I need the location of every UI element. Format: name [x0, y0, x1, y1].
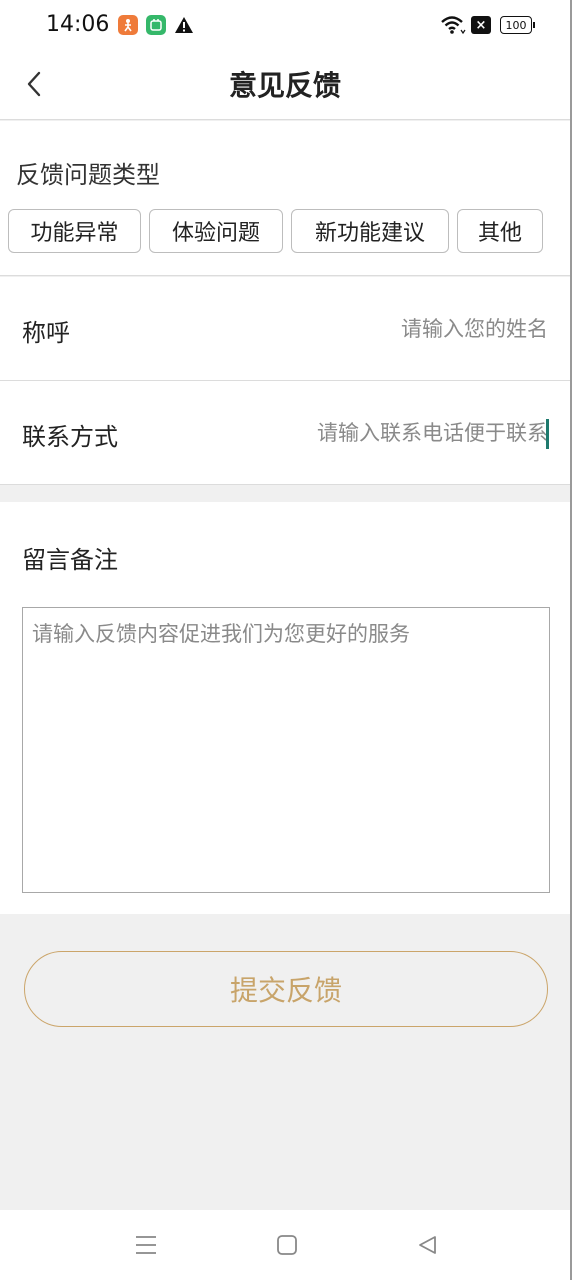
back-triangle-icon[interactable]	[412, 1230, 442, 1260]
contact-input[interactable]	[248, 411, 548, 455]
remark-textarea[interactable]	[22, 607, 550, 893]
home-square-icon[interactable]	[272, 1230, 302, 1260]
remark-section: 留言备注	[0, 502, 570, 914]
name-label: 称呼	[22, 319, 70, 347]
remark-label: 留言备注	[22, 546, 118, 574]
system-nav-bar	[0, 1210, 570, 1280]
fitness-app-icon	[118, 15, 138, 35]
page-header: 意见反馈	[0, 52, 570, 120]
type-option-new-feature[interactable]: 新功能建议	[291, 209, 449, 253]
contact-label: 联系方式	[22, 423, 118, 451]
name-input[interactable]	[248, 307, 548, 351]
menu-icon[interactable]	[131, 1230, 161, 1260]
contact-row: 联系方式	[0, 381, 570, 485]
type-option-other[interactable]: 其他	[457, 209, 543, 253]
type-option-experience[interactable]: 体验问题	[149, 209, 283, 253]
status-time: 14:06	[46, 12, 110, 37]
feedback-type-label: 反馈问题类型	[16, 161, 160, 189]
text-caret	[546, 419, 549, 449]
name-row: 称呼	[0, 277, 570, 381]
submit-feedback-button[interactable]: 提交反馈	[24, 951, 548, 1027]
status-bar: 14:06 × 100	[0, 0, 570, 52]
no-sim-icon: ×	[471, 16, 491, 34]
feedback-type-section: 反馈问题类型 功能异常 体验问题 新功能建议 其他	[0, 121, 570, 276]
wifi-icon	[440, 14, 466, 40]
page-title: 意见反馈	[228, 69, 341, 102]
type-option-malfunction[interactable]: 功能异常	[8, 209, 141, 253]
battery-indicator: 100	[500, 16, 535, 34]
warning-icon	[174, 16, 194, 38]
green-app-icon	[146, 15, 166, 35]
